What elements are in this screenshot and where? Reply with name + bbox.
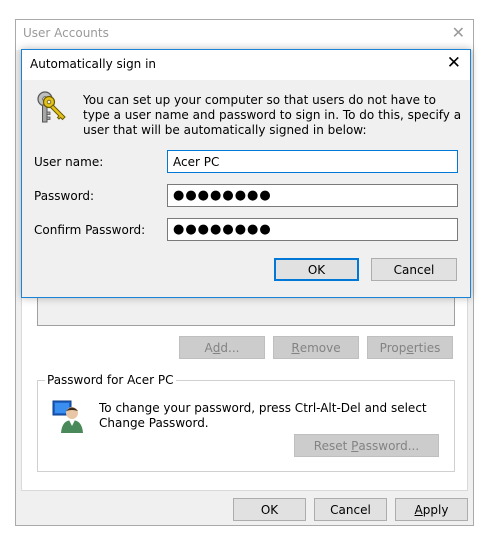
cancel-button[interactable]: Cancel <box>314 498 387 521</box>
add-label-accel: d <box>212 340 221 355</box>
auto-sign-in-close-icon[interactable]: ✕ <box>447 53 461 73</box>
add-user-button[interactable]: Ad d... <box>179 336 265 359</box>
remove-label-accel: R <box>291 340 300 355</box>
user-accounts-close-icon[interactable]: ✕ <box>452 23 465 43</box>
apply-label-accel: A <box>414 502 423 517</box>
user-accounts-titlebar[interactable]: User Accounts ✕ <box>16 20 473 50</box>
ok-button[interactable]: OK <box>233 498 306 521</box>
username-field[interactable]: Acer PC <box>167 150 458 173</box>
confirm-password-label: Confirm Password: <box>34 223 146 237</box>
reset-label-prefix: Reset <box>313 438 352 453</box>
user-accounts-title: User Accounts <box>23 26 109 40</box>
remove-label-suffix: emove <box>299 340 341 355</box>
password-value: ●●●●●●●● <box>173 188 272 203</box>
password-group-label: Password for Acer PC <box>45 373 176 387</box>
properties-label-prefix: Prop <box>379 340 407 355</box>
add-label-prefix: A <box>204 340 213 355</box>
password-group: Password for Acer PC To change your pass… <box>37 373 455 472</box>
dialog-ok-button[interactable]: OK <box>274 258 359 281</box>
apply-label-suffix: pply <box>422 502 449 517</box>
auto-sign-in-description: You can set up your computer so that use… <box>83 93 462 137</box>
password-field[interactable]: ●●●●●●●● <box>167 184 458 207</box>
confirm-password-field[interactable]: ●●●●●●●● <box>167 218 458 241</box>
auto-sign-in-titlebar[interactable]: Automatically sign in ✕ <box>22 50 470 80</box>
username-value: Acer PC <box>173 154 220 169</box>
password-group-text: To change your password, press Ctrl-Alt-… <box>99 401 427 430</box>
properties-label-suffix: rties <box>413 340 441 355</box>
auto-sign-in-dialog: Automatically sign in ✕ You can set up y… <box>21 49 471 298</box>
confirm-password-value: ●●●●●●●● <box>173 222 272 237</box>
apply-button[interactable]: Apply <box>395 498 468 521</box>
auto-sign-in-title: Automatically sign in <box>30 57 157 71</box>
password-label: Password: <box>34 189 95 203</box>
reset-label-accel: P <box>351 438 359 453</box>
remove-user-button[interactable]: Remove <box>273 336 359 359</box>
reset-label-suffix: assword... <box>358 438 420 453</box>
properties-label-accel: e <box>406 340 414 355</box>
username-label: User name: <box>34 155 104 169</box>
reset-password-button[interactable]: Reset Password... <box>294 434 439 457</box>
dialog-cancel-button[interactable]: Cancel <box>371 258 457 281</box>
properties-button[interactable]: Prop e rties <box>367 336 453 359</box>
keys-icon <box>37 91 66 123</box>
users-list[interactable] <box>37 298 455 326</box>
add-label-suffix: d... <box>220 340 240 355</box>
user-password-icon <box>52 400 83 433</box>
